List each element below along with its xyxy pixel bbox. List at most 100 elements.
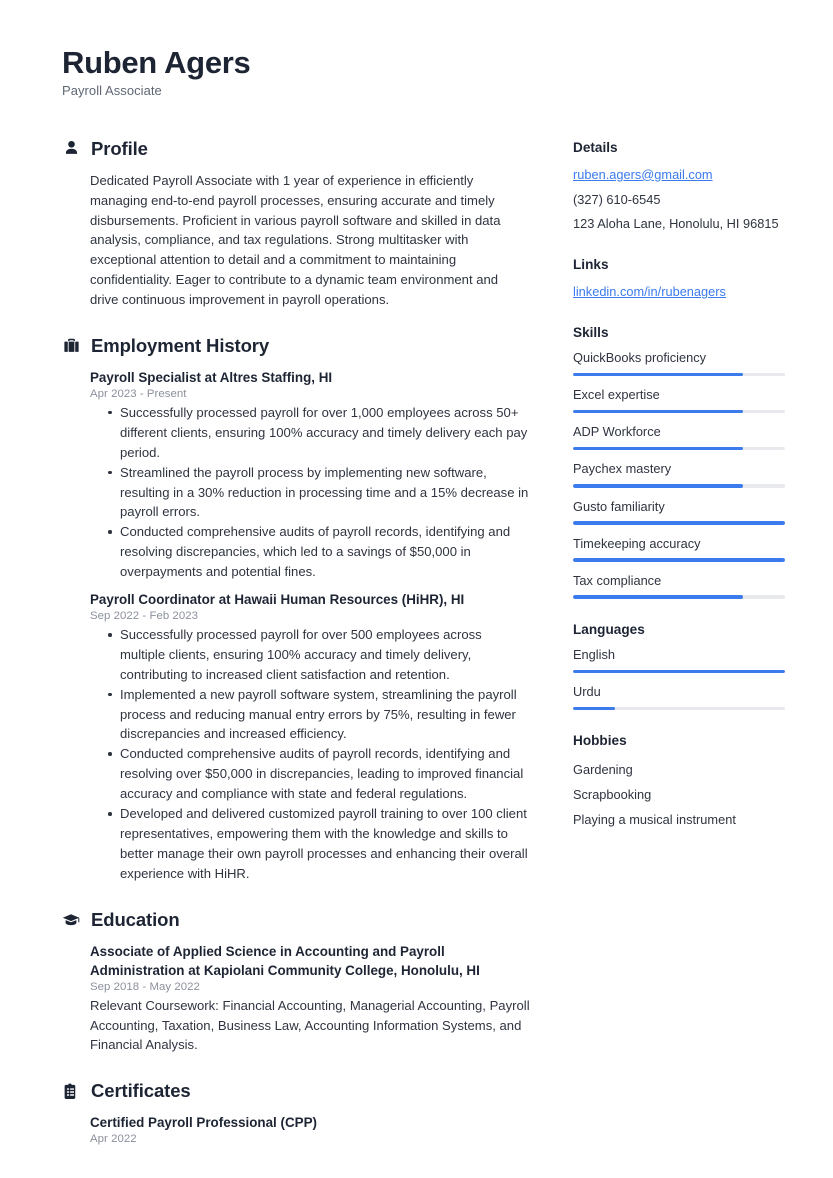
briefcase-icon <box>62 337 80 355</box>
skill-fill <box>573 558 785 562</box>
skill-item: Tax compliance <box>573 573 785 599</box>
sidebar-title-skills: Skills <box>573 325 609 341</box>
sidebar-title-hobbies: Hobbies <box>573 733 627 749</box>
sidebar-details: Details ruben.agers@gmail.com (327) 610-… <box>573 140 785 234</box>
section-title-education: Education <box>91 908 180 930</box>
skill-item: ADP Workforce <box>573 424 785 451</box>
section-header-education: Education <box>62 909 530 931</box>
sidebar-title-links: Links <box>573 257 609 273</box>
profile-text: Dedicated Payroll Associate with 1 year … <box>90 172 501 308</box>
employment-entry: Payroll Specialist at Altres Staffing, H… <box>90 368 530 582</box>
entry-description: Relevant Coursework: Financial Accountin… <box>90 997 530 1053</box>
entry-date: Apr 2023 - Present <box>90 387 187 400</box>
section-title-employment: Employment History <box>91 334 270 356</box>
section-header-certificates: Certificates <box>62 1080 530 1102</box>
entry-date: Sep 2018 - May 2022 <box>90 980 200 993</box>
section-body-certificates: Certified Payroll Professional (CPP) Apr… <box>62 1113 530 1145</box>
language-track <box>573 706 785 711</box>
skill-track <box>573 446 785 451</box>
bullet-item: Developed and delivered customized payro… <box>108 804 530 884</box>
skill-label: Timekeeping accuracy <box>573 535 701 551</box>
linkedin-link[interactable]: linkedin.com/in/rubenagers <box>573 282 785 302</box>
section-title-profile: Profile <box>91 137 148 159</box>
section-profile: Profile Dedicated Payroll Associate with… <box>62 138 530 310</box>
entry-date: Sep 2022 - Feb 2023 <box>90 610 198 623</box>
sidebar-languages: Languages English Urdu <box>573 621 785 711</box>
skill-item: Timekeeping accuracy <box>573 536 785 562</box>
bullet-item: Streamlined the payroll process by imple… <box>108 463 530 523</box>
entry-bullets: Successfully processed payroll for over … <box>90 625 530 884</box>
skill-track <box>573 484 785 488</box>
language-fill <box>573 669 785 674</box>
education-entry: Associate of Applied Science in Accounti… <box>90 942 530 1056</box>
language-label: Urdu <box>573 684 601 700</box>
section-title-certificates: Certificates <box>91 1080 191 1102</box>
phone-text: (327) 610-6545 <box>573 191 661 207</box>
skill-item: QuickBooks proficiency <box>573 350 785 377</box>
sidebar-title-languages: Languages <box>573 621 645 637</box>
sidebar-skills: Skills QuickBooks proficiency Excel expe… <box>573 325 785 599</box>
sidebar-links: Links linkedin.com/in/rubenagers <box>573 257 785 302</box>
person-icon <box>62 140 80 158</box>
main-column: Profile Dedicated Payroll Associate with… <box>62 138 530 1171</box>
skill-item: Excel expertise <box>573 387 785 414</box>
sidebar-hobbies: Hobbies Gardening Scrapbooking Playing a… <box>573 733 785 833</box>
entry-bullets: Successfully processed payroll for over … <box>90 403 530 582</box>
entry-title: Payroll Coordinator at Hawaii Human Reso… <box>90 592 465 607</box>
language-item: English <box>573 646 785 674</box>
certificate-entry: Certified Payroll Professional (CPP) Apr… <box>90 1113 530 1145</box>
bullet-item: Successfully processed payroll for over … <box>108 403 530 463</box>
section-body-employment: Payroll Specialist at Altres Staffing, H… <box>62 368 530 884</box>
skill-track <box>573 372 785 377</box>
skill-track <box>573 595 785 599</box>
entry-title: Associate of Applied Science in Accounti… <box>90 943 480 978</box>
skill-item: Gusto familiarity <box>573 499 785 525</box>
resume-header: Ruben Agers Payroll Associate <box>62 45 785 98</box>
language-fill <box>573 706 616 711</box>
hobby-item: Scrapbooking <box>573 787 652 803</box>
skill-fill <box>573 595 743 599</box>
skill-fill <box>573 372 743 377</box>
clipboard-icon <box>62 1082 80 1100</box>
skill-label: QuickBooks proficiency <box>573 350 706 366</box>
skill-label: ADP Workforce <box>573 424 661 440</box>
entry-title: Payroll Specialist at Altres Staffing, H… <box>90 369 333 385</box>
skill-track <box>573 521 785 525</box>
entry-date: Apr 2022 <box>90 1133 137 1146</box>
section-education: Education Associate of Applied Science i… <box>62 909 530 1056</box>
candidate-name: Ruben Agers <box>62 45 251 80</box>
email-link[interactable]: ruben.agers@gmail.com <box>573 165 785 185</box>
language-label: English <box>573 646 615 662</box>
section-header-employment: Employment History <box>62 335 530 357</box>
language-track <box>573 669 785 674</box>
sidebar: Details ruben.agers@gmail.com (327) 610-… <box>573 138 785 856</box>
sidebar-title-details: Details <box>573 139 618 155</box>
bullet-item: Implemented a new payroll software syste… <box>108 685 530 745</box>
skill-fill <box>573 484 743 488</box>
bullet-item: Successfully processed payroll for over … <box>108 625 530 685</box>
section-body-education: Associate of Applied Science in Accounti… <box>62 942 530 1056</box>
section-certificates: Certificates Certified Payroll Professio… <box>62 1080 530 1145</box>
section-body-profile: Dedicated Payroll Associate with 1 year … <box>62 171 530 310</box>
section-header-profile: Profile <box>62 138 530 160</box>
skill-label: Excel expertise <box>573 387 660 403</box>
section-employment: Employment History Payroll Specialist at… <box>62 335 530 884</box>
skill-label: Gusto familiarity <box>573 498 665 514</box>
skill-label: Tax compliance <box>573 572 662 588</box>
hobby-item: Playing a musical instrument <box>573 812 736 828</box>
bullet-item: Conducted comprehensive audits of payrol… <box>108 744 530 804</box>
resume-page: Ruben Agers Payroll Associate Profile De… <box>0 0 833 1178</box>
skill-track <box>573 558 785 562</box>
address-text: 123 Aloha Lane, Honolulu, HI 96815 <box>573 216 779 232</box>
bullet-item: Conducted comprehensive audits of payrol… <box>108 522 530 582</box>
graduation-cap-icon <box>62 911 80 929</box>
entry-title: Certified Payroll Professional (CPP) <box>90 1115 317 1131</box>
skill-label: Paychex mastery <box>573 461 672 477</box>
language-item: Urdu <box>573 684 785 711</box>
resume-columns: Profile Dedicated Payroll Associate with… <box>62 138 785 1171</box>
skill-fill <box>573 409 743 414</box>
hobby-item: Gardening <box>573 762 633 778</box>
skill-item: Paychex mastery <box>573 461 785 488</box>
skill-track <box>573 409 785 414</box>
candidate-job-title: Payroll Associate <box>62 82 162 98</box>
